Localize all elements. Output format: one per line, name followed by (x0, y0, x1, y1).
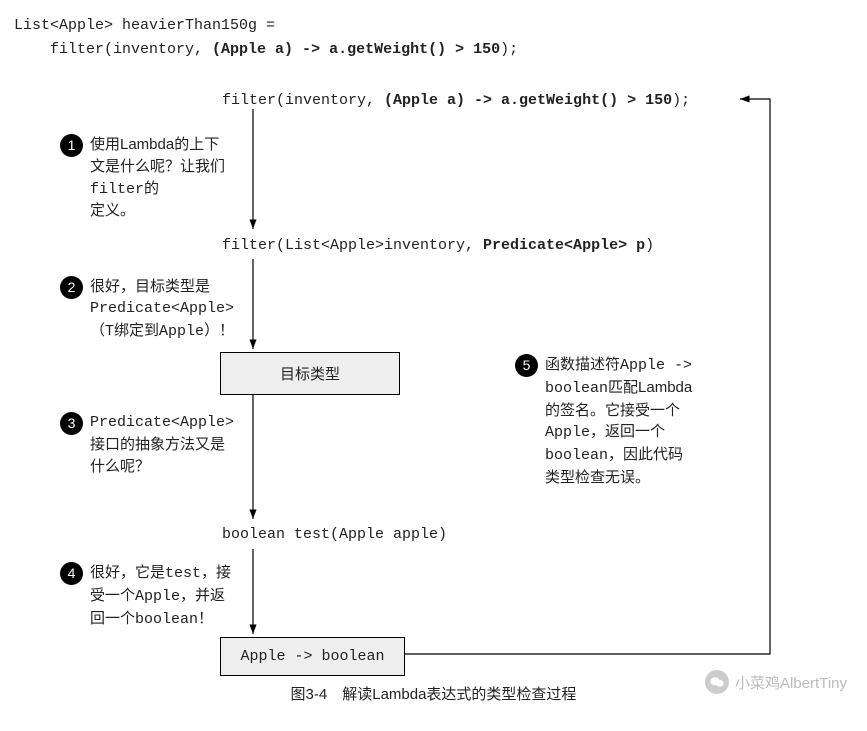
step-4: 4 很好，它是test，接 受一个Apple，并返 回一个boolean！ (90, 562, 260, 630)
watermark: 小菜鸡AlbertTiny (705, 670, 847, 694)
step-5: 5 函数描述符Apple -> boolean匹配Lambda 的签名。它接受一… (545, 354, 725, 489)
node-filter-signature: filter(List<Apple>inventory, Predicate<A… (222, 237, 654, 254)
step-num-2: 2 (60, 276, 83, 299)
code-pre: filter(inventory, (14, 41, 212, 58)
step-num-3: 3 (60, 412, 83, 435)
step-2: 2 很好，目标类型是 Predicate<Apple> （T绑定到Apple）！ (90, 276, 260, 342)
box-target-type: 目标类型 (220, 352, 400, 395)
step-1: 1 使用Lambda的上下 文是什么呢？让我们 filter的 定义。 (90, 134, 250, 222)
step-num-5: 5 (515, 354, 538, 377)
step-3: 3 Predicate<Apple> 接口的抽象方法又是 什么呢？ (90, 412, 260, 477)
code-line: List<Apple> heavierThan150g = (14, 17, 275, 34)
code-bold: (Apple a) -> a.getWeight() > 150 (212, 41, 500, 58)
code-snippet-top: List<Apple> heavierThan150g = filter(inv… (14, 14, 867, 62)
node-filter-call: filter(inventory, (Apple a) -> a.getWeig… (222, 92, 690, 109)
wechat-icon (705, 670, 729, 694)
watermark-text: 小菜鸡AlbertTiny (735, 672, 847, 693)
step-num-4: 4 (60, 562, 83, 585)
node-test-method: boolean test(Apple apple) (222, 526, 447, 543)
code-post: ); (500, 41, 518, 58)
box-apple-boolean: Apple -> boolean (220, 637, 405, 676)
flow-diagram: filter(inventory, (Apple a) -> a.getWeig… (0, 74, 867, 714)
step-num-1: 1 (60, 134, 83, 157)
